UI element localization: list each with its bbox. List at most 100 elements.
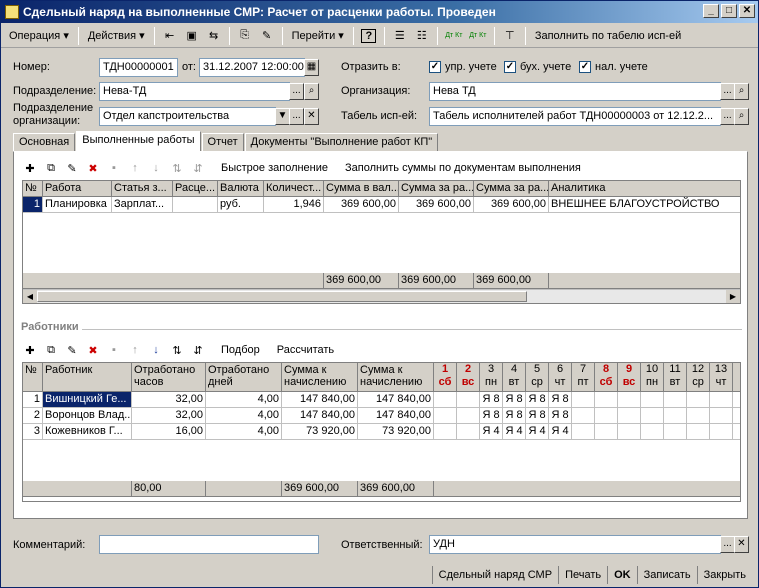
col-sum-work2[interactable]: Сумма за ра... (474, 181, 549, 197)
col-worker[interactable]: Работник (43, 363, 132, 392)
upr-checkbox[interactable]: ✓ (429, 61, 441, 73)
timesheet-select-button[interactable]: ... (720, 108, 735, 125)
col-currency[interactable]: Валюта (218, 181, 264, 197)
timesheet-search-button[interactable]: ⌕ (734, 108, 749, 125)
scroll-right-icon[interactable]: ▶ (726, 290, 740, 303)
col-num[interactable]: № (23, 181, 43, 197)
col-quantity[interactable]: Количест... (264, 181, 324, 197)
copy-doc-icon[interactable]: ⎘ (235, 27, 255, 45)
close-button[interactable]: ✕ (739, 4, 755, 18)
move-down-icon[interactable]: ↓ (146, 341, 166, 359)
structure-icon[interactable]: ⊤ (500, 27, 520, 45)
refresh-icon[interactable]: ⇆ (204, 27, 224, 45)
col-sum-b[interactable]: Сумма к начислению (358, 363, 434, 392)
ok-button[interactable]: OK (607, 566, 637, 584)
actions-menu[interactable]: Действия ▾ (84, 27, 149, 44)
date-field[interactable]: 31.12.2007 12:00:00 (199, 58, 305, 77)
minimize-button[interactable]: _ (703, 4, 719, 18)
sort-asc-icon[interactable]: ⇅ (167, 159, 187, 177)
add-row-icon[interactable]: ✚ (20, 159, 40, 177)
col-hours[interactable]: Отработано часов (132, 363, 206, 392)
col-sum-work1[interactable]: Сумма за ра... (399, 181, 474, 197)
col-day[interactable]: 7 пт (572, 363, 595, 392)
col-day[interactable]: 11 вт (664, 363, 687, 392)
org-field[interactable]: Нева ТД (429, 82, 721, 101)
sort-desc-icon[interactable]: ⇵ (188, 341, 208, 359)
save-button[interactable]: Записать (636, 566, 697, 584)
calendar-button[interactable]: ▦ (304, 59, 319, 76)
orgdiv-clear-button[interactable]: ✕ (304, 108, 319, 125)
tab-main[interactable]: Основная (13, 133, 76, 151)
col-rate[interactable]: Расце... (173, 181, 218, 197)
sort-asc-icon[interactable]: ⇅ (167, 341, 187, 359)
col-day[interactable]: 10 пн (641, 363, 664, 392)
maximize-button[interactable]: □ (721, 4, 737, 18)
delete-row-icon[interactable]: ✖ (83, 341, 103, 359)
print-button[interactable]: Печать (558, 566, 607, 584)
col-day[interactable]: 3 пн (480, 363, 503, 392)
works-hscrollbar[interactable]: ◀ ▶ (23, 289, 740, 303)
delete-doc-icon[interactable]: ✎ (257, 27, 277, 45)
col-day[interactable]: 6 чт (549, 363, 572, 392)
dt-kt-icon[interactable]: Дт Кт (443, 27, 465, 45)
orgdiv-field[interactable]: Отдел капстроительства (99, 107, 276, 126)
number-field[interactable]: ТДН00000001 (99, 58, 178, 77)
checklist-icon[interactable]: ☷ (412, 27, 432, 45)
nal-checkbox[interactable]: ✓ (579, 61, 591, 73)
move-up-icon[interactable]: ↑ (125, 159, 145, 177)
col-sum-currency[interactable]: Сумма в вал... (324, 181, 399, 197)
col-num[interactable]: № (23, 363, 43, 392)
col-day[interactable]: 2 вс (457, 363, 480, 392)
responsible-clear-button[interactable]: ✕ (734, 536, 749, 553)
division-field[interactable]: Нева-ТД (99, 82, 290, 101)
col-day[interactable]: 1 (733, 363, 740, 392)
end-edit-icon[interactable]: ▪ (104, 159, 124, 177)
comment-field[interactable] (99, 535, 319, 554)
tab-completed-works[interactable]: Выполненные работы (76, 131, 201, 151)
post-icon[interactable]: ▣ (182, 27, 202, 45)
move-up-icon[interactable]: ↑ (125, 341, 145, 359)
copy-row-icon[interactable]: ⧉ (41, 159, 61, 177)
fill-sums-button[interactable]: Заполнить суммы по документам выполнения (341, 160, 585, 176)
col-day[interactable]: 9 вс (618, 363, 641, 392)
col-days[interactable]: Отработано дней (206, 363, 282, 392)
tab-kp-documents[interactable]: Документы "Выполнение работ КП" (244, 133, 439, 151)
scroll-thumb[interactable] (37, 291, 527, 302)
copy-row-icon[interactable]: ⧉ (41, 341, 61, 359)
calculate-button[interactable]: Рассчитать (273, 342, 338, 358)
table-row[interactable]: 1 Вишницкий Ге... 32,00 4,00 147 840,00 147 8… (23, 392, 740, 408)
table-row[interactable]: 1 Планировка Зарплат... руб. 1,946 369 6… (23, 197, 740, 213)
col-day[interactable]: 4 вт (503, 363, 526, 392)
end-edit-icon[interactable]: ▪ (104, 341, 124, 359)
col-day[interactable]: 5 ср (526, 363, 549, 392)
delete-row-icon[interactable]: ✖ (83, 159, 103, 177)
timesheet-field[interactable]: Табель исполнителей работ ТДН00000003 от… (429, 107, 721, 126)
col-day[interactable]: 8 сб (595, 363, 618, 392)
edit-row-icon[interactable]: ✎ (62, 341, 82, 359)
col-work[interactable]: Работа (43, 181, 112, 197)
tab-report[interactable]: Отчет (201, 133, 244, 151)
buh-checkbox[interactable]: ✓ (504, 61, 516, 73)
pick-button[interactable]: Подбор (217, 342, 264, 358)
dt-kt-movements-icon[interactable]: Дт Кт (467, 27, 489, 45)
fill-by-timesheet-button[interactable]: Заполнить по табелю исп-ей (531, 28, 685, 44)
orgdiv-dropdown-button[interactable]: ▼ (275, 108, 290, 125)
goto-menu[interactable]: Перейти ▾ (288, 27, 348, 44)
operation-menu[interactable]: Операция ▾ (5, 27, 73, 44)
col-day[interactable]: 12 ср (687, 363, 710, 392)
col-analytics[interactable]: Аналитика (549, 181, 740, 197)
table-row[interactable]: 3 Кожевников Г... 16,00 4,00 73 920,00 73 920… (23, 424, 740, 440)
col-day[interactable]: 1 сб (434, 363, 457, 392)
list-icon[interactable]: ☰ (390, 27, 410, 45)
quick-fill-button[interactable]: Быстрое заполнение (217, 160, 332, 176)
edit-row-icon[interactable]: ✎ (62, 159, 82, 177)
col-sum[interactable]: Сумма к начислению (282, 363, 358, 392)
doc-print-form-button[interactable]: Сдельный наряд СМР (431, 566, 558, 584)
move-down-icon[interactable]: ↓ (146, 159, 166, 177)
division-search-button[interactable]: ⌕ (304, 83, 319, 100)
back-icon[interactable]: ⇤ (160, 27, 180, 45)
col-article[interactable]: Статья з... (112, 181, 173, 197)
add-row-icon[interactable]: ✚ (20, 341, 40, 359)
help-button[interactable]: ? (359, 27, 379, 45)
col-day[interactable]: 13 чт (710, 363, 733, 392)
